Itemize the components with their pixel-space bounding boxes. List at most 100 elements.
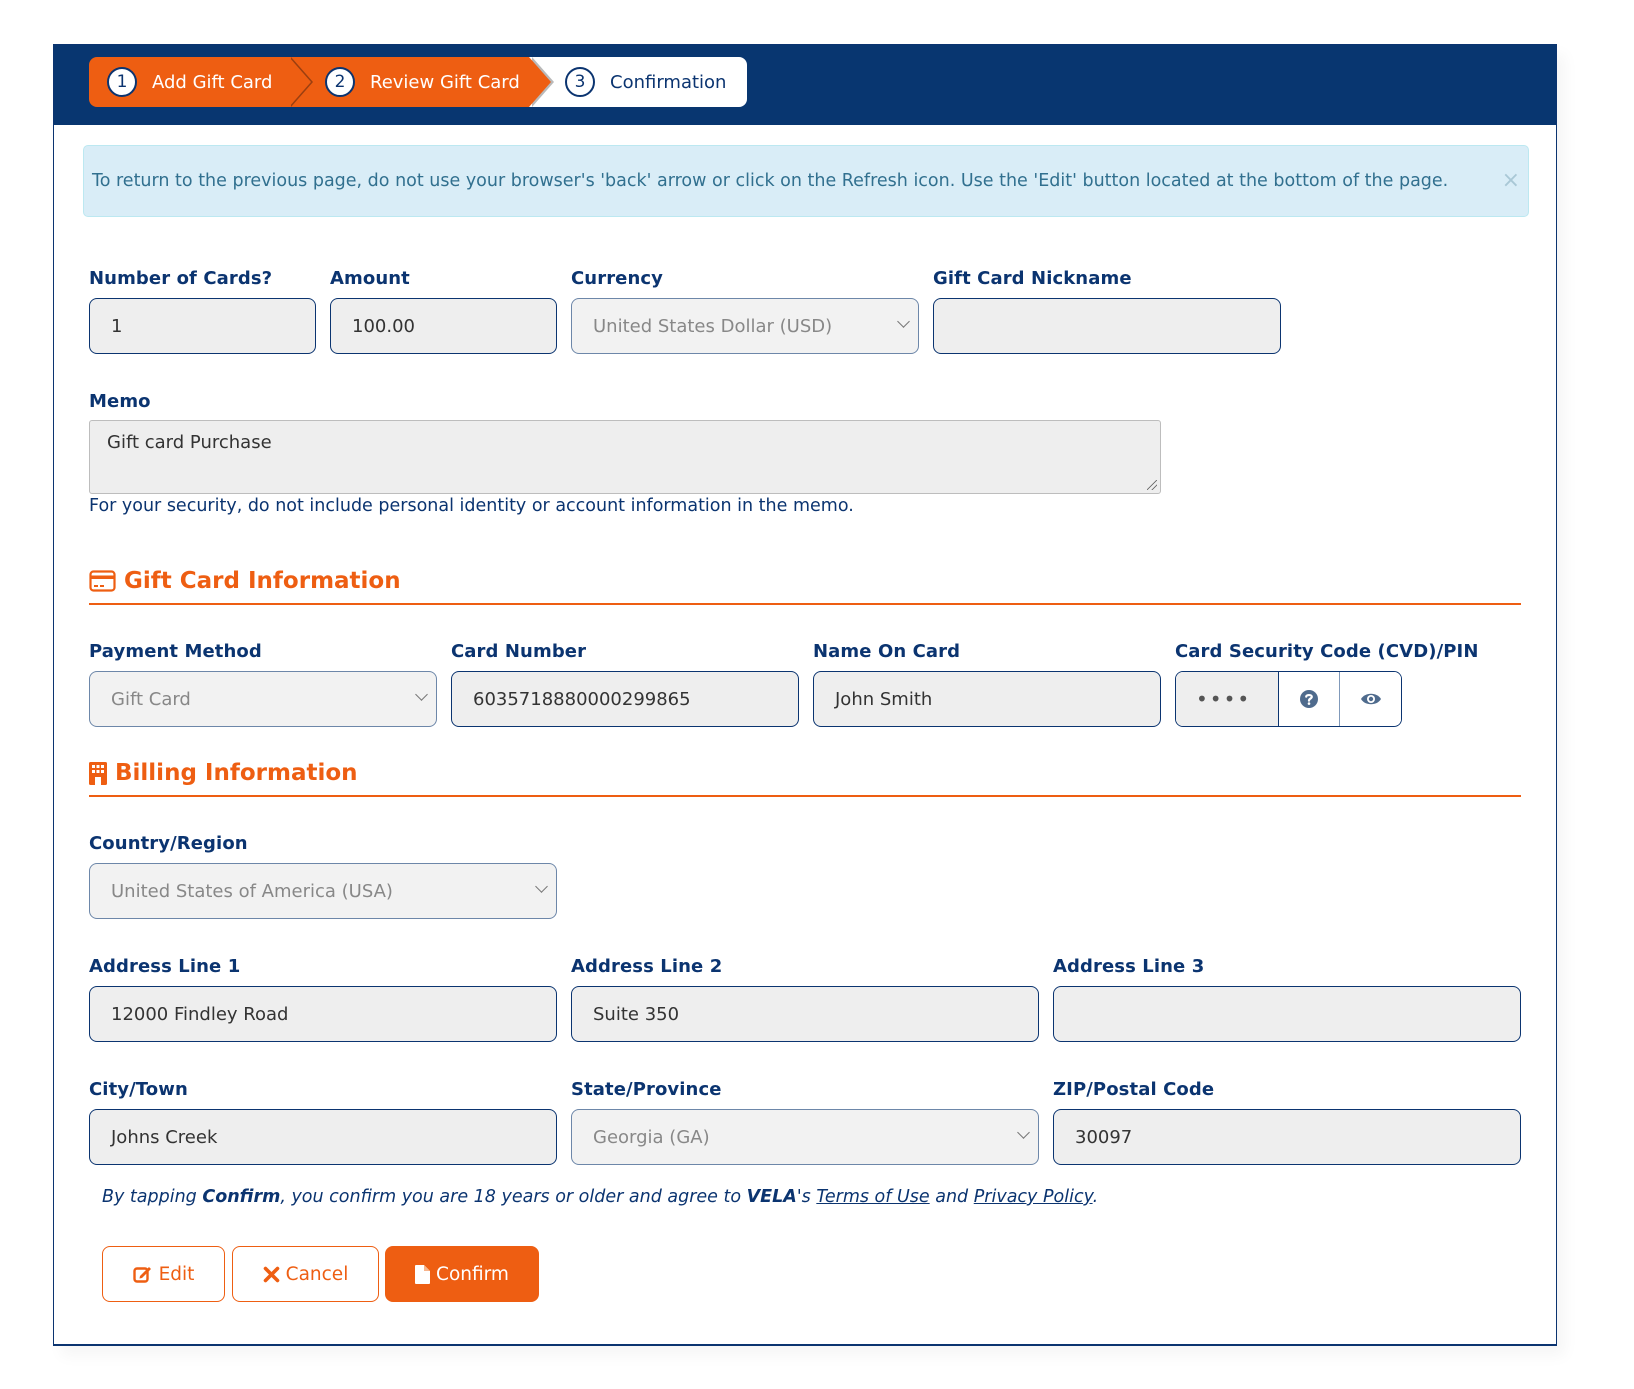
amount-label: Amount: [330, 268, 410, 289]
country-value: United States of America (USA): [111, 880, 393, 902]
terms-of-use-link[interactable]: Terms of Use: [816, 1187, 929, 1207]
chevron-down-icon: [415, 688, 428, 701]
card-number-input[interactable]: 6035718880000299865: [451, 671, 799, 727]
credit-card-icon: [89, 570, 116, 592]
cancel-button[interactable]: Cancel: [232, 1246, 379, 1302]
step-separator-arrow: [289, 57, 311, 107]
nickname-label: Gift Card Nickname: [933, 268, 1132, 289]
number-of-cards-value: 1: [111, 315, 123, 337]
header-bar: 1 Add Gift Card 2 Review Gift Card 3 Con…: [54, 45, 1556, 125]
zip-label: ZIP/Postal Code: [1053, 1079, 1215, 1100]
step-label: Confirmation: [610, 71, 727, 93]
memo-value: Gift card Purchase: [107, 432, 272, 453]
cvd-help-button[interactable]: [1279, 672, 1340, 726]
step-label: Review Gift Card: [370, 71, 520, 93]
address1-label: Address Line 1: [89, 956, 241, 977]
state-label: State/Province: [571, 1079, 722, 1100]
card-number-label: Card Number: [451, 641, 587, 662]
memo-textarea[interactable]: Gift card Purchase: [89, 420, 1161, 494]
country-label: Country/Region: [89, 833, 248, 854]
building-icon: [89, 761, 107, 785]
terms-text: , you confirm you are 18 years or older …: [280, 1187, 747, 1207]
section-divider: [89, 603, 1521, 605]
gift-card-info-heading: Gift Card Information: [89, 568, 401, 594]
section-title: Gift Card Information: [124, 568, 401, 594]
payment-method-select[interactable]: Gift Card: [89, 671, 437, 727]
number-of-cards-input[interactable]: 1: [89, 298, 316, 354]
chevron-down-icon: [1017, 1126, 1030, 1139]
address1-value: 12000 Findley Road: [111, 1003, 289, 1025]
payment-method-value: Gift Card: [111, 688, 191, 710]
terms-text: and: [929, 1187, 974, 1207]
memo-label: Memo: [89, 391, 151, 412]
progress-stepper: 1 Add Gift Card 2 Review Gift Card 3 Con…: [89, 57, 747, 107]
zip-value: 30097: [1075, 1126, 1133, 1148]
step-number: 3: [565, 67, 595, 97]
step-add-gift-card: 1 Add Gift Card: [89, 57, 289, 107]
show-cvd-button[interactable]: [1340, 672, 1401, 726]
cancel-button-label: Cancel: [285, 1263, 349, 1285]
amount-value: 100.00: [352, 315, 415, 337]
city-label: City/Town: [89, 1079, 188, 1100]
terms-text: By tapping: [102, 1187, 203, 1207]
section-title: Billing Information: [115, 760, 358, 786]
step-number: 1: [107, 67, 137, 97]
terms-confirm-word: Confirm: [202, 1187, 281, 1207]
city-value: Johns Creek: [111, 1126, 218, 1148]
terms-text: 's: [796, 1187, 817, 1207]
cvd-masked-value: ••••: [1196, 687, 1252, 711]
step-number: 2: [325, 67, 355, 97]
step-confirmation: 3 Confirmation: [529, 57, 747, 107]
currency-select[interactable]: United States Dollar (USD): [571, 298, 919, 354]
step-label: Add Gift Card: [152, 71, 273, 93]
billing-info-heading: Billing Information: [89, 760, 358, 786]
privacy-policy-link[interactable]: Privacy Policy: [974, 1187, 1093, 1207]
address2-input[interactable]: Suite 350: [571, 986, 1039, 1042]
memo-help-text: For your security, do not include person…: [89, 496, 854, 516]
cvd-label: Card Security Code (CVD)/PIN: [1175, 641, 1479, 662]
chevron-down-icon: [535, 880, 548, 893]
edit-icon: [132, 1265, 153, 1283]
eye-icon: [1360, 693, 1381, 705]
edit-button[interactable]: Edit: [102, 1246, 225, 1302]
name-on-card-input[interactable]: John Smith: [813, 671, 1161, 727]
payment-method-label: Payment Method: [89, 641, 262, 662]
address2-value: Suite 350: [593, 1003, 680, 1025]
state-select[interactable]: Georgia (GA): [571, 1109, 1039, 1165]
step-separator-arrow: [529, 57, 551, 107]
info-alert: To return to the previous page, do not u…: [83, 145, 1529, 217]
nickname-input[interactable]: [933, 298, 1281, 354]
terms-text: .: [1092, 1187, 1099, 1207]
resize-handle-icon[interactable]: [1147, 480, 1157, 490]
card-number-value: 6035718880000299865: [473, 688, 691, 710]
file-icon: [415, 1264, 431, 1284]
step-review-gift-card: 2 Review Gift Card: [289, 57, 529, 107]
country-select[interactable]: United States of America (USA): [89, 863, 557, 919]
section-divider: [89, 795, 1521, 797]
zip-input[interactable]: 30097: [1053, 1109, 1521, 1165]
address2-label: Address Line 2: [571, 956, 723, 977]
alert-message: To return to the previous page, do not u…: [92, 171, 1449, 191]
terms-brand: VELA: [746, 1187, 797, 1207]
cvd-input-group: ••••: [1175, 671, 1402, 727]
chevron-down-icon: [897, 315, 910, 328]
name-on-card-value: John Smith: [835, 688, 933, 710]
close-icon[interactable]: ×: [1502, 168, 1520, 193]
amount-input[interactable]: 100.00: [330, 298, 557, 354]
gift-card-review-panel: 1 Add Gift Card 2 Review Gift Card 3 Con…: [53, 44, 1557, 1346]
address3-input[interactable]: [1053, 986, 1521, 1042]
terms-notice: By tapping Confirm, you confirm you are …: [102, 1187, 1098, 1207]
address3-label: Address Line 3: [1053, 956, 1205, 977]
name-on-card-label: Name On Card: [813, 641, 961, 662]
cvd-input[interactable]: ••••: [1176, 672, 1279, 726]
close-icon: [263, 1266, 280, 1283]
state-value: Georgia (GA): [593, 1126, 710, 1148]
address1-input[interactable]: 12000 Findley Road: [89, 986, 557, 1042]
question-circle-icon: [1300, 690, 1318, 708]
confirm-button-label: Confirm: [436, 1263, 509, 1285]
currency-label: Currency: [571, 268, 664, 289]
city-input[interactable]: Johns Creek: [89, 1109, 557, 1165]
confirm-button[interactable]: Confirm: [385, 1246, 539, 1302]
currency-value: United States Dollar (USD): [593, 315, 833, 337]
number-of-cards-label: Number of Cards?: [89, 268, 273, 289]
